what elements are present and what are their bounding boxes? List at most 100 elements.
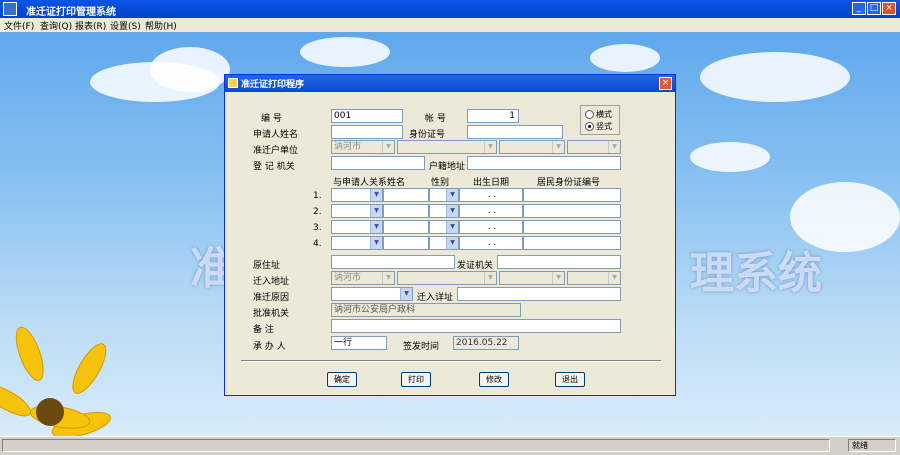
remark-label: 备 注 [253, 325, 274, 335]
close-icon[interactable]: × [882, 2, 896, 15]
issue-date-field[interactable]: 2016.05.22 [453, 336, 519, 350]
app-title-bar: 准迁证打印管理系统 _ □ × [0, 0, 900, 18]
chevron-down-icon[interactable]: ▼ [446, 237, 458, 249]
chevron-down-icon[interactable]: ▼ [552, 141, 564, 153]
menu-report[interactable]: 报表(R) [75, 19, 106, 32]
move-in-label: 迁入地址 [253, 277, 290, 287]
serial-label: 编 号 [261, 114, 282, 124]
modify-button[interactable]: 修改 [479, 372, 509, 387]
old-address-field[interactable] [331, 255, 455, 269]
background-title-right: 理系统 [690, 248, 822, 299]
chevron-down-icon[interactable]: ▼ [446, 205, 458, 217]
chevron-down-icon[interactable]: ▼ [484, 141, 496, 153]
issue-place-field[interactable] [497, 255, 621, 269]
chevron-down-icon[interactable]: ▼ [370, 237, 382, 249]
register-unit-combo[interactable]: 讷河市 ▼ [331, 140, 395, 154]
col-sex-header: 性别 [431, 178, 450, 188]
menu-help[interactable]: 帮助(H) [145, 19, 177, 32]
status-main [2, 439, 830, 452]
chevron-down-icon[interactable]: ▼ [370, 221, 382, 233]
register-town-combo[interactable]: ▼ [397, 140, 497, 154]
applicant-label: 申请人姓名 [253, 130, 299, 140]
menu-file[interactable]: 文件(F) [4, 19, 34, 32]
row-number: 3. [313, 223, 322, 233]
chevron-down-icon[interactable]: ▼ [484, 272, 496, 284]
menu-query[interactable]: 查询(Q) [40, 19, 72, 32]
confirm-button[interactable]: 确定 [327, 372, 357, 387]
relation-combo[interactable]: ▼ [331, 188, 383, 202]
remark-field[interactable] [331, 319, 621, 333]
name-field[interactable] [383, 236, 429, 250]
reason-combo[interactable]: ▼ [331, 287, 413, 301]
relation-combo[interactable]: ▼ [331, 204, 383, 218]
register-org-field[interactable] [331, 156, 425, 170]
chevron-down-icon[interactable]: ▼ [608, 141, 620, 153]
address-field[interactable] [467, 156, 621, 170]
name-field[interactable] [383, 204, 429, 218]
register-group-combo[interactable]: ▼ [567, 140, 621, 154]
applicant-field[interactable] [331, 125, 403, 139]
minimize-icon[interactable]: _ [852, 2, 866, 15]
cloud [150, 47, 230, 92]
register-unit-label: 准迁户单位 [253, 146, 299, 156]
row-number: 1. [313, 191, 322, 201]
cloud [590, 44, 660, 72]
relation-combo[interactable]: ▼ [331, 236, 383, 250]
birth-field[interactable]: . . [459, 236, 523, 250]
account-field[interactable]: 1 [467, 109, 519, 123]
name-field[interactable] [383, 188, 429, 202]
handler-field[interactable]: 一行 [331, 336, 387, 350]
chevron-down-icon[interactable]: ▼ [446, 189, 458, 201]
radio-vertical[interactable] [585, 122, 594, 131]
radio-horizontal[interactable] [585, 110, 594, 119]
print-button[interactable]: 打印 [401, 372, 431, 387]
account-label: 帐 号 [425, 114, 446, 124]
move-in-village-combo[interactable]: ▼ [499, 271, 565, 285]
serial-field[interactable]: 001 [331, 109, 403, 123]
detail-address-field[interactable] [457, 287, 621, 301]
chevron-down-icon[interactable]: ▼ [608, 272, 620, 284]
register-village-combo[interactable]: ▼ [499, 140, 565, 154]
id-no-label: 身份证号 [409, 130, 446, 140]
row-number: 4. [313, 239, 322, 249]
move-in-combo[interactable]: 讷河市 ▼ [331, 271, 395, 285]
dialog-title: 准迁证打印程序 [241, 80, 305, 90]
register-org-label: 登 记 机关 [253, 162, 295, 172]
id-field[interactable] [523, 204, 621, 218]
chevron-down-icon[interactable]: ▼ [400, 288, 412, 300]
divider [241, 360, 661, 362]
relation-combo[interactable]: ▼ [331, 220, 383, 234]
menu-settings[interactable]: 设置(S) [110, 19, 141, 32]
maximize-icon[interactable]: □ [867, 2, 881, 15]
chevron-down-icon[interactable]: ▼ [382, 272, 394, 284]
chevron-down-icon[interactable]: ▼ [552, 272, 564, 284]
sex-combo[interactable]: ▼ [429, 188, 459, 202]
sex-combo[interactable]: ▼ [429, 204, 459, 218]
chevron-down-icon[interactable]: ▼ [370, 205, 382, 217]
status-bar: 就绪 [0, 436, 900, 455]
sex-combo[interactable]: ▼ [429, 236, 459, 250]
status-right: 就绪 [848, 439, 896, 452]
exit-button[interactable]: 退出 [555, 372, 585, 387]
move-in-group-combo[interactable]: ▼ [567, 271, 621, 285]
birth-field[interactable]: . . [459, 220, 523, 234]
birth-field[interactable]: . . [459, 204, 523, 218]
chevron-down-icon[interactable]: ▼ [370, 189, 382, 201]
move-in-town-combo[interactable]: ▼ [397, 271, 497, 285]
birth-field[interactable]: . . [459, 188, 523, 202]
address-label: 户籍地址 [429, 162, 466, 172]
chevron-down-icon[interactable]: ▼ [446, 221, 458, 233]
id-field[interactable] [523, 220, 621, 234]
id-no-field[interactable] [467, 125, 563, 139]
id-field[interactable] [523, 236, 621, 250]
cloud [300, 37, 390, 67]
sex-combo[interactable]: ▼ [429, 220, 459, 234]
detail-address-label: 迁入详址 [417, 293, 454, 303]
chevron-down-icon[interactable]: ▼ [382, 141, 394, 153]
col-birth-header: 出生日期 [473, 178, 510, 188]
approve-org-field[interactable]: 讷河市公安局户政科 [331, 303, 521, 317]
issue-place-label: 发证机关 [457, 261, 494, 271]
dialog-close-icon[interactable]: × [659, 77, 672, 90]
id-field[interactable] [523, 188, 621, 202]
name-field[interactable] [383, 220, 429, 234]
